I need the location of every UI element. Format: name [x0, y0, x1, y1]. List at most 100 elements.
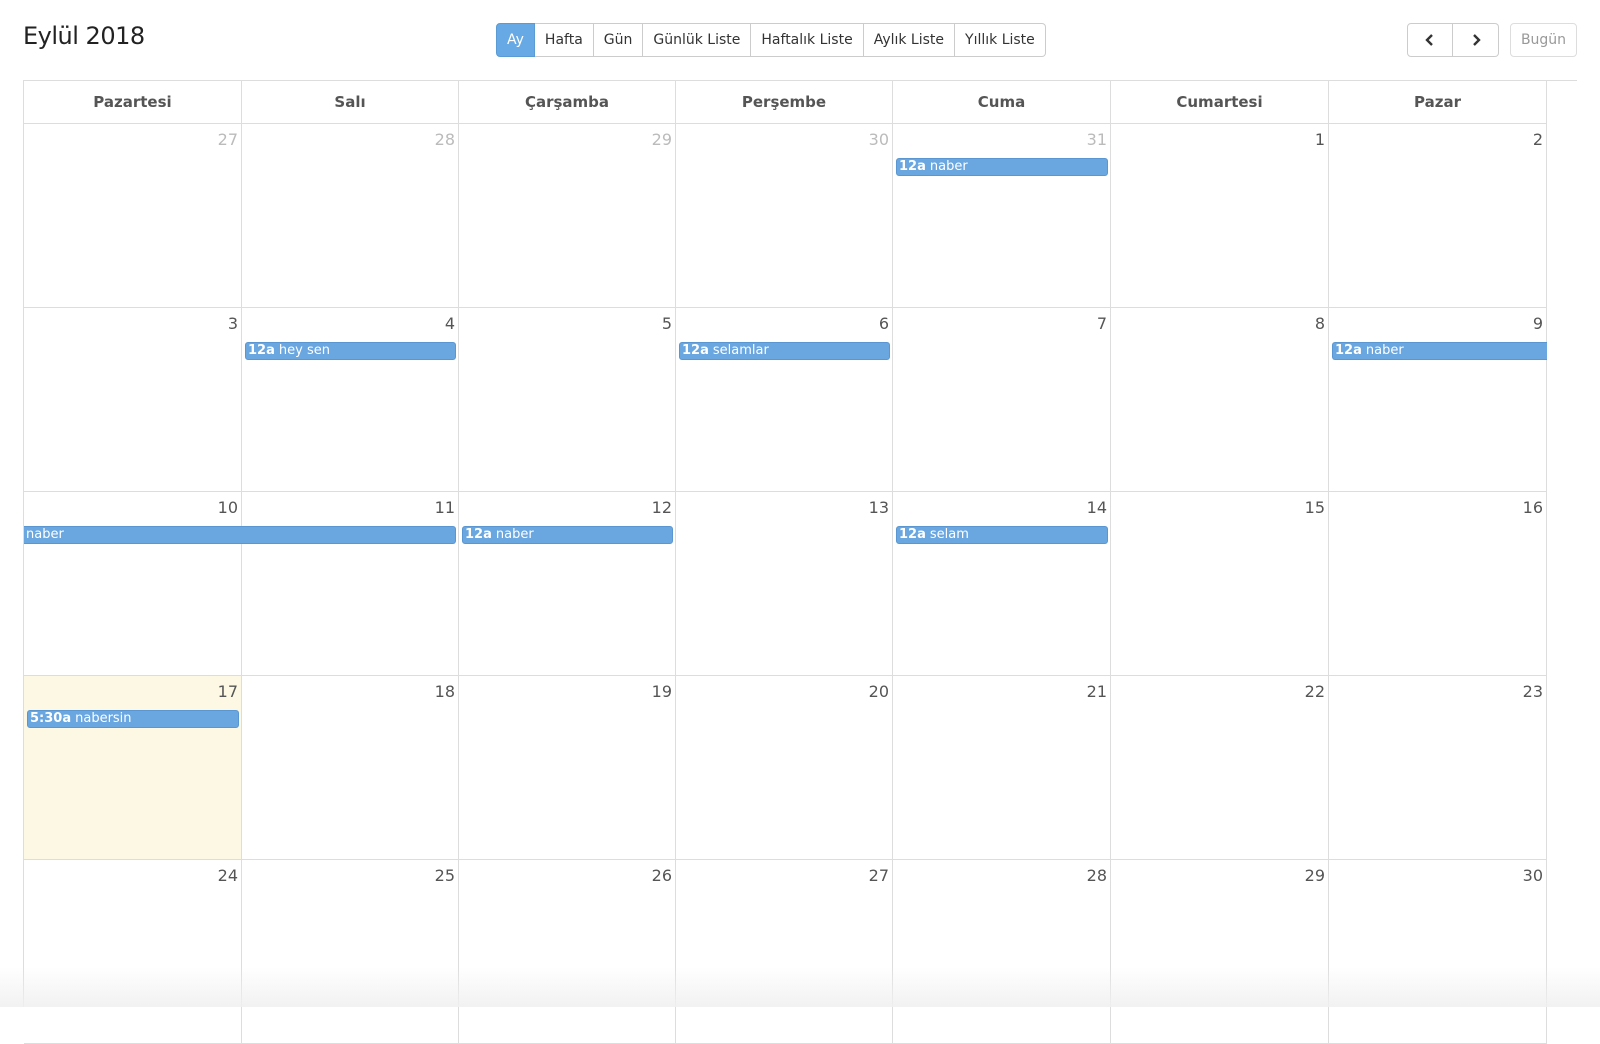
weekday-header-cell: Perşembe [676, 81, 893, 124]
view-button-0[interactable]: Ay [496, 23, 535, 57]
view-button-4[interactable]: Haftalık Liste [751, 23, 864, 57]
day-cell[interactable]: 29 [459, 124, 676, 308]
day-number[interactable]: 28 [435, 130, 455, 149]
day-cell[interactable]: 18 [242, 676, 459, 860]
day-number[interactable]: 23 [1523, 682, 1543, 701]
day-number[interactable]: 22 [1305, 682, 1325, 701]
day-number[interactable]: 29 [1305, 866, 1325, 885]
day-cell[interactable]: 8 [1111, 308, 1329, 492]
view-button-5[interactable]: Aylık Liste [863, 23, 956, 57]
day-number[interactable]: 24 [218, 866, 238, 885]
day-number[interactable]: 29 [652, 130, 672, 149]
prev-button[interactable] [1407, 23, 1453, 57]
day-cell[interactable]: 29 [1111, 860, 1329, 1044]
day-cell[interactable]: 7 [893, 308, 1111, 492]
day-cell[interactable]: 23 [1329, 676, 1547, 860]
day-cell[interactable]: 27 [676, 860, 893, 1044]
day-cell[interactable]: 13 [676, 492, 893, 676]
event-title: selam [929, 527, 969, 542]
day-number[interactable]: 11 [435, 498, 455, 517]
today-button[interactable]: Bugün [1510, 23, 1577, 57]
day-number[interactable]: 20 [869, 682, 889, 701]
day-number[interactable]: 13 [869, 498, 889, 517]
day-cell[interactable]: 14 [893, 492, 1111, 676]
day-cell[interactable]: 28 [893, 860, 1111, 1044]
calendar-event[interactable]: 12a naber [896, 158, 1108, 176]
event-title: naber [26, 527, 64, 542]
day-number[interactable]: 31 [1087, 130, 1107, 149]
day-number[interactable]: 6 [879, 314, 889, 333]
day-number[interactable]: 10 [218, 498, 238, 517]
calendar-event[interactable]: 12a selam [896, 526, 1108, 544]
week-row: 3 4 5 6 7 8 9 12a hey sen 12a selamlar 12a naber [24, 308, 1577, 492]
week-row: 27 28 29 30 31 1 2 12a naber [24, 124, 1577, 308]
calendar-event[interactable]: 12a selamlar [679, 342, 890, 360]
day-number[interactable]: 27 [869, 866, 889, 885]
day-cell[interactable]: 24 [24, 860, 242, 1044]
day-cell[interactable]: 11 [242, 492, 459, 676]
weekday-header-cell: Çarşamba [459, 81, 676, 124]
day-number[interactable]: 1 [1315, 130, 1325, 149]
day-number[interactable]: 19 [652, 682, 672, 701]
day-cell[interactable]: 1 [1111, 124, 1329, 308]
day-number[interactable]: 30 [869, 130, 889, 149]
day-number[interactable]: 14 [1087, 498, 1107, 517]
day-cell[interactable]: 9 [1329, 308, 1547, 492]
day-number[interactable]: 25 [435, 866, 455, 885]
calendar-event[interactable]: 5:30a nabersin [27, 710, 239, 728]
calendar-event[interactable]: 12a hey sen [245, 342, 456, 360]
day-cell[interactable]: 30 [676, 124, 893, 308]
day-cell[interactable]: 30 [1329, 860, 1547, 1044]
day-cell[interactable]: 20 [676, 676, 893, 860]
calendar-event[interactable]: 12a naber [1332, 342, 1547, 360]
day-number[interactable]: 27 [218, 130, 238, 149]
next-button[interactable] [1453, 23, 1499, 57]
day-number[interactable]: 18 [435, 682, 455, 701]
day-number[interactable]: 15 [1305, 498, 1325, 517]
page-title: Eylül 2018 [23, 22, 145, 50]
day-cell[interactable]: 25 [242, 860, 459, 1044]
view-button-6[interactable]: Yıllık Liste [955, 23, 1046, 57]
event-title: naber [929, 159, 968, 174]
day-cell[interactable]: 12 [459, 492, 676, 676]
day-cell[interactable]: 5 [459, 308, 676, 492]
day-cell[interactable]: 19 [459, 676, 676, 860]
day-cell[interactable]: 4 [242, 308, 459, 492]
day-number[interactable]: 28 [1087, 866, 1107, 885]
day-number[interactable]: 5 [662, 314, 672, 333]
day-cell[interactable]: 27 [24, 124, 242, 308]
day-cell[interactable]: 26 [459, 860, 676, 1044]
day-cell[interactable]: 3 [24, 308, 242, 492]
day-number[interactable]: 2 [1533, 130, 1543, 149]
event-time: 5:30a [30, 711, 72, 726]
day-number[interactable]: 12 [652, 498, 672, 517]
day-number[interactable]: 17 [218, 682, 238, 701]
day-cell[interactable]: 17 [24, 676, 242, 860]
day-cell[interactable]: 15 [1111, 492, 1329, 676]
day-cell[interactable]: 6 [676, 308, 893, 492]
view-button-3[interactable]: Günlük Liste [643, 23, 752, 57]
day-number[interactable]: 16 [1523, 498, 1543, 517]
day-number[interactable]: 4 [445, 314, 455, 333]
day-number[interactable]: 8 [1315, 314, 1325, 333]
day-cell[interactable]: 10 [24, 492, 242, 676]
day-number[interactable]: 9 [1533, 314, 1543, 333]
weekday-header-cell: Salı [242, 81, 459, 124]
view-button-2[interactable]: Gün [593, 23, 644, 57]
day-number[interactable]: 7 [1097, 314, 1107, 333]
day-cell[interactable]: 2 [1329, 124, 1547, 308]
day-cell[interactable]: 28 [242, 124, 459, 308]
day-cell[interactable]: 21 [893, 676, 1111, 860]
calendar-event[interactable]: naber [24, 526, 456, 544]
day-number[interactable]: 26 [652, 866, 672, 885]
day-cell[interactable]: 22 [1111, 676, 1329, 860]
day-number[interactable]: 3 [228, 314, 238, 333]
event-time: 12a [465, 527, 492, 542]
calendar-event[interactable]: 12a naber [462, 526, 673, 544]
view-button-1[interactable]: Hafta [534, 23, 594, 57]
day-cell[interactable]: 31 [893, 124, 1111, 308]
day-number[interactable]: 21 [1087, 682, 1107, 701]
day-cell[interactable]: 16 [1329, 492, 1547, 676]
weekday-header: Pazartesi Salı Çarşamba Perşembe Cuma Cumarte… [24, 81, 1577, 124]
day-number[interactable]: 30 [1523, 866, 1543, 885]
